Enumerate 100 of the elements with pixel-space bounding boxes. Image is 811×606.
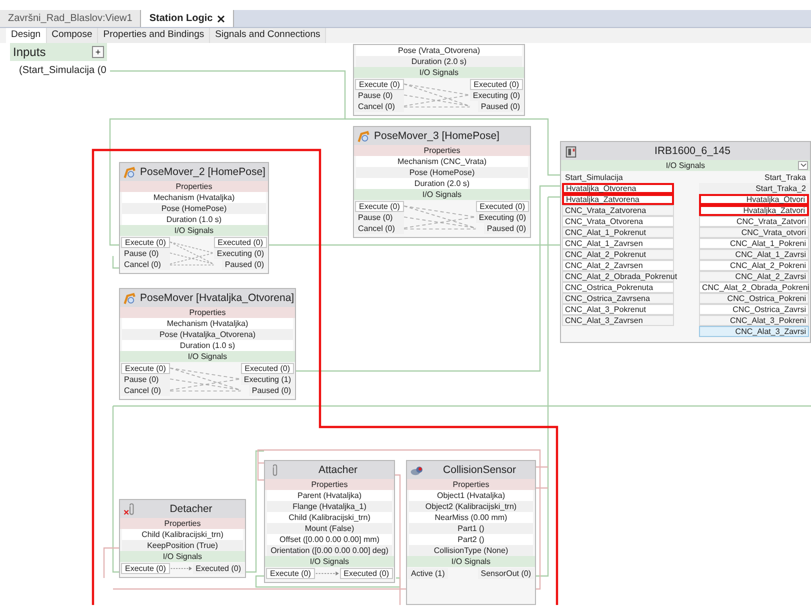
output-signal[interactable]: Executed (0) xyxy=(470,79,523,90)
output-signal[interactable]: Executed (0) xyxy=(214,237,267,248)
property-row[interactable]: Pose (HomePose) xyxy=(122,203,266,214)
view-tab[interactable]: Compose xyxy=(46,28,98,43)
input-signal[interactable]: Execute (0) xyxy=(121,237,170,248)
controller-output-signal[interactable]: CNC_Ostrica_Pokreni xyxy=(699,293,809,304)
controller-input-signal[interactable]: CNC_Vrata_Otvorena xyxy=(562,216,674,227)
property-row[interactable]: Duration (1.0 s) xyxy=(122,340,293,351)
input-signal[interactable]: Execute (0) xyxy=(355,79,404,90)
property-row[interactable]: Flange (Hvataljka_1) xyxy=(267,501,392,512)
output-signal[interactable]: Executing (0) xyxy=(470,90,523,101)
controller-input-signal[interactable]: CNC_Alat_3_Pokrenut xyxy=(562,304,674,315)
controller-output-signal[interactable]: CNC_Ostrica_Zavrsi xyxy=(699,304,809,315)
controller-output-signal[interactable]: CNC_Vrata_Zatvori xyxy=(699,216,809,227)
input-signal[interactable]: Active (1) xyxy=(408,568,448,579)
property-row[interactable]: Mechanism (CNC_Vrata) xyxy=(356,156,528,167)
property-row[interactable]: Offset ([0.00 0.00 0.00] mm) xyxy=(267,534,392,545)
input-signal[interactable]: Cancel (0) xyxy=(355,101,404,112)
view-tab[interactable]: Design xyxy=(6,28,47,43)
property-row[interactable]: KeepPosition (True) xyxy=(122,540,243,551)
controller-output-signal[interactable]: Start_Traka xyxy=(699,172,809,183)
output-signal[interactable]: Paused (0) xyxy=(478,101,523,112)
property-row[interactable]: Pose (HomePose) xyxy=(356,167,528,178)
output-signal[interactable]: Executed (0) xyxy=(476,201,529,212)
output-signal[interactable]: Executing (0) xyxy=(476,212,529,223)
input-signal[interactable]: Execute (0) xyxy=(266,568,315,579)
view-tab[interactable]: Properties and Bindings xyxy=(98,28,210,43)
component-node[interactable]: Pose (Vrata_Otvorena) Duration (2.0 s) I/O Signals Execute (0) Pause (0) Cancel (0) Executed (0) Executing (0) Paused (0) xyxy=(353,44,525,116)
property-row[interactable]: Child (Kalibracijski_trn) xyxy=(267,512,392,523)
controller-output-signal[interactable]: Hvataljka_Otvori xyxy=(699,194,809,205)
output-signal[interactable]: Paused (0) xyxy=(222,259,267,270)
controller-output-signal[interactable]: Start_Traka_2 xyxy=(699,183,809,194)
input-signal[interactable]: Cancel (0) xyxy=(121,385,170,396)
controller-output-signal[interactable]: CNC_Alat_2_Pokreni xyxy=(699,260,809,271)
document-tab[interactable]: Station Logic xyxy=(141,10,234,27)
close-icon[interactable] xyxy=(216,14,225,22)
controller-input-signal[interactable]: Hvataljka_Otvorena xyxy=(562,183,674,194)
property-row[interactable]: Duration (1.0 s) xyxy=(122,214,266,225)
output-signal[interactable]: Executed (0) xyxy=(192,563,244,574)
output-signal[interactable]: Executed (0) xyxy=(240,363,294,374)
controller-input-signal[interactable]: CNC_Ostrica_Zavrsena xyxy=(562,293,674,304)
input-signal[interactable]: Pause (0) xyxy=(121,248,170,259)
add-input-button[interactable]: + xyxy=(92,46,104,58)
property-row[interactable]: Mechanism (Hvataljka) xyxy=(122,192,266,203)
input-signal[interactable]: Pause (0) xyxy=(355,90,404,101)
controller-output-signal[interactable]: CNC_Alat_1_Pokreni xyxy=(699,238,809,249)
property-row[interactable]: Duration (2.0 s) xyxy=(356,178,528,189)
property-row[interactable]: Pose (Vrata_Otvorena) xyxy=(356,45,522,56)
controller-output-signal[interactable]: CNC_Alat_2_Zavrsi xyxy=(699,271,809,282)
component-node[interactable]: CollisionSensor Properties Object1 (Hvataljka) Object2 (Kalibracijski_trn) NearMiss (0.00 mm) Part1 () Part2 () CollisionType (None) I/O Signals Active (1) SensorOut (0) xyxy=(406,460,536,605)
component-node[interactable]: PoseMover_3 [HomePose] Properties Mechanism (CNC_Vrata) Pose (HomePose) Duration (2.0 s) I/O Signals Execute (0) Pause (0) Cancel (0) Executed (0) Executing (0) Paused (0) xyxy=(353,126,531,238)
property-row[interactable]: Pose (Hvataljka_Otvorena) xyxy=(122,329,293,340)
property-row[interactable]: Object2 (Kalibracijski_trn) xyxy=(409,501,533,512)
controller-output-signal[interactable]: CNC_Alat_3_Pokreni xyxy=(699,315,809,326)
output-signal[interactable]: Executed (0) xyxy=(340,568,393,579)
component-node[interactable]: PoseMover_2 [HomePose] Properties Mechanism (Hvataljka) Pose (HomePose) Duration (1.0 s) I/O Signals Execute (0) Pause (0) Cancel (0) Executed (0) Executing (0) Paused (0) xyxy=(119,162,269,274)
property-row[interactable]: NearMiss (0.00 mm) xyxy=(409,512,533,523)
controller-input-signal[interactable]: CNC_Alat_1_Pokrenut xyxy=(562,227,674,238)
component-node[interactable]: Attacher Properties Parent (Hvataljka) Flange (Hvataljka_1) Child (Kalibracijski_trn) Mount (False) Offset ([0.00 0.00 0.00] mm) Orientation ([0.00 0.00 0.00] deg) I/O Signals Execute (0) Executed (0) xyxy=(264,460,395,583)
output-signal[interactable]: Executing (0) xyxy=(214,248,267,259)
property-row[interactable]: Part1 () xyxy=(409,523,533,534)
controller-input-signal[interactable]: CNC_Alat_2_Pokrenut xyxy=(562,249,674,260)
property-row[interactable]: Mount (False) xyxy=(267,523,392,534)
view-tab[interactable]: Signals and Connections xyxy=(210,28,326,43)
input-signal[interactable]: Execute (0) xyxy=(121,563,170,574)
controller-output-signal[interactable]: CNC_Alat_1_Zavrsi xyxy=(699,249,809,260)
property-row[interactable]: Duration (2.0 s) xyxy=(356,56,522,67)
controller-input-signal[interactable]: CNC_Alat_2_Zavrsen xyxy=(562,260,674,271)
property-row[interactable]: Child (Kalibracijski_trn) xyxy=(122,529,243,540)
property-row[interactable]: Part2 () xyxy=(409,534,533,545)
input-signal[interactable]: Execute (0) xyxy=(355,201,404,212)
controller-input-signal[interactable]: Start_Simulacija xyxy=(562,172,674,183)
controller-input-signal[interactable]: Hvataljka_Zatvorena xyxy=(562,194,674,205)
output-signal[interactable]: SensorOut (0) xyxy=(478,568,534,579)
controller-input-signal[interactable]: CNC_Alat_1_Zavrsen xyxy=(562,238,674,249)
output-signal[interactable]: Paused (0) xyxy=(484,223,529,234)
component-node[interactable]: Detacher Properties Child (Kalibracijski_trn) KeepPosition (True) I/O Signals Execute (0) Executed (0) xyxy=(119,499,246,578)
input-signal[interactable]: Execute (0) xyxy=(121,363,170,374)
property-row[interactable]: Orientation ([0.00 0.00 0.00] deg) xyxy=(267,545,392,556)
property-row[interactable]: Parent (Hvataljka) xyxy=(267,490,392,501)
property-row[interactable]: Mechanism (Hvataljka) xyxy=(122,318,293,329)
controller-output-signal[interactable]: CNC_Alat_2_Obrada_Pokreni xyxy=(699,282,809,293)
property-row[interactable]: CollisionType (None) xyxy=(409,545,533,556)
controller-output-signal[interactable]: CNC_Vrata_otvori xyxy=(699,227,809,238)
output-signal[interactable]: Executing (1) xyxy=(240,374,294,385)
input-signal[interactable]: Pause (0) xyxy=(121,374,170,385)
property-row[interactable]: Object1 (Hvataljka) xyxy=(409,490,533,501)
output-signal[interactable]: Paused (0) xyxy=(248,385,294,396)
controller-output-signal[interactable]: Hvataljka_Zatvori xyxy=(699,205,809,216)
controller-input-signal[interactable]: CNC_Alat_3_Zavrsen xyxy=(562,315,674,326)
controller-output-signal[interactable]: CNC_Alat_3_Zavrsi xyxy=(699,326,809,337)
controller-input-signal[interactable]: CNC_Ostrica_Pokrenuta xyxy=(562,282,674,293)
input-signal[interactable]: Cancel (0) xyxy=(355,223,404,234)
input-signal[interactable]: (Start_Simulacija (0 xyxy=(10,61,107,76)
document-tab[interactable]: Završni_Rad_Blaslov:View1 xyxy=(0,10,142,27)
controller-input-signal[interactable]: CNC_Vrata_Zatvorena xyxy=(562,205,674,216)
collapse-button[interactable] xyxy=(798,161,808,170)
controller-node[interactable] xyxy=(560,141,811,343)
input-signal[interactable]: Cancel (0) xyxy=(121,259,170,270)
component-node[interactable]: PoseMover [Hvataljka_Otvorena] Properties Mechanism (Hvataljka) Pose (Hvataljka_Otvorena) Duration (1.0 s) I/O Signals Execute (0) Pause (0) Cancel (0) Executed (0) Executing (1) Paused (0) xyxy=(119,288,296,400)
